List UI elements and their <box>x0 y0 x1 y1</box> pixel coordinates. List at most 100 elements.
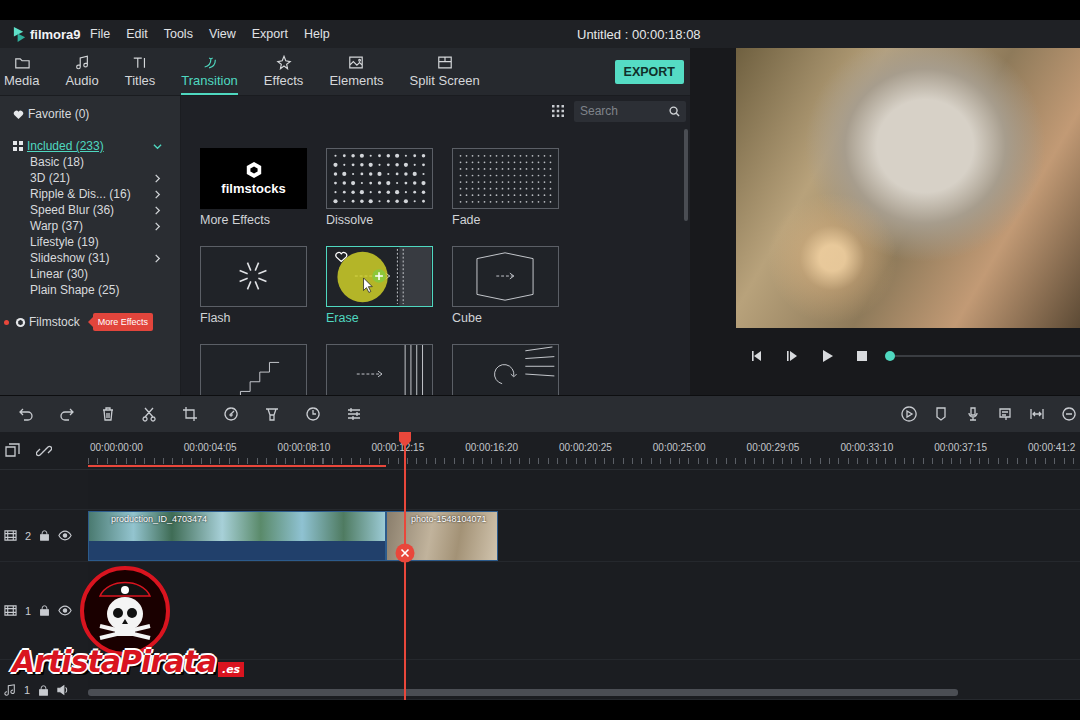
zoom-out-icon[interactable] <box>1061 406 1077 422</box>
fit-timeline-icon[interactable] <box>1029 406 1045 422</box>
film-icon <box>4 604 17 617</box>
tab[interactable]: Effects <box>264 48 304 95</box>
crop-icon[interactable] <box>182 406 198 422</box>
menu-item[interactable]: Edit <box>126 27 148 41</box>
delete-icon[interactable] <box>100 406 116 422</box>
lock-icon[interactable] <box>38 685 49 696</box>
time-ruler[interactable]: 00:00:00:0000:00:04:0500:00:08:1000:00:1… <box>88 432 1080 469</box>
add-track-icon[interactable] <box>4 443 20 459</box>
category-item[interactable]: Basic (18) <box>0 154 180 170</box>
transition-thumbnail[interactable] <box>326 344 433 395</box>
transition-card[interactable]: Erase <box>326 246 433 325</box>
track-lane[interactable]: production_ID_4703474photo-1548104071 <box>88 510 1080 561</box>
color-icon[interactable] <box>264 406 280 422</box>
transition-thumbnail[interactable] <box>326 246 433 307</box>
tab[interactable]: Split Screen <box>410 48 480 95</box>
transition-thumbnail[interactable] <box>452 148 559 209</box>
speed-icon[interactable] <box>223 406 239 422</box>
tab[interactable]: Transition <box>181 48 238 95</box>
next-frame-icon[interactable] <box>785 349 799 363</box>
transition-thumbnail[interactable]: filmstocks <box>200 148 307 209</box>
adjust-icon[interactable] <box>346 406 362 422</box>
track-lane[interactable] <box>88 562 1080 659</box>
filmstock-item[interactable]: FilmstockMore Effects <box>0 313 180 331</box>
menu-item[interactable]: Export <box>252 27 288 41</box>
chevron-icon <box>153 142 162 151</box>
tab[interactable]: Titles <box>125 48 156 95</box>
magnifier-icon[interactable] <box>669 106 680 117</box>
transition-thumbnail[interactable] <box>326 148 433 209</box>
search-field[interactable]: Search <box>574 101 686 122</box>
favorite-item[interactable]: Favorite (0) <box>0 106 180 122</box>
transition-card[interactable]: Cube <box>452 246 559 325</box>
eye-icon[interactable] <box>58 605 72 616</box>
category-item[interactable]: Ripple & Dis... (16) <box>0 186 180 202</box>
undo-icon[interactable] <box>18 406 34 422</box>
redo-icon[interactable] <box>59 406 75 422</box>
lock-icon[interactable] <box>39 530 50 541</box>
voiceover-icon[interactable] <box>997 406 1013 422</box>
transition-thumbnail[interactable] <box>200 246 307 307</box>
preview-progress[interactable] <box>890 350 1080 362</box>
transition-card[interactable]: Dissolve <box>326 148 433 227</box>
more-effects-badge[interactable]: More Effects <box>93 313 153 331</box>
tab[interactable]: Media <box>4 48 39 95</box>
browser-scrollbar[interactable] <box>684 129 688 221</box>
slide-preview-icon <box>327 345 432 395</box>
video-clip[interactable]: production_ID_4703474 <box>88 511 386 561</box>
previous-frame-icon[interactable] <box>750 349 764 363</box>
watermark-text: ArtistaPirata <box>12 644 216 679</box>
cut-icon[interactable] <box>141 406 157 422</box>
duration-icon[interactable] <box>305 406 321 422</box>
split-marker-icon[interactable] <box>395 543 415 563</box>
menu-item[interactable]: File <box>90 27 110 41</box>
render-bar <box>88 465 386 467</box>
progress-handle[interactable] <box>885 351 895 361</box>
category-item[interactable]: Slideshow (31) <box>0 250 180 266</box>
pirate-skull-icon <box>80 566 170 656</box>
transition-card[interactable] <box>452 344 559 395</box>
playhead-marker-icon[interactable] <box>398 432 412 447</box>
transition-thumbnail[interactable] <box>200 344 307 395</box>
included-group[interactable]: Included (233) <box>0 138 180 154</box>
render-icon[interactable] <box>901 406 917 422</box>
play-icon[interactable] <box>820 349 834 363</box>
marker-icon[interactable] <box>933 406 949 422</box>
tab-icon <box>14 55 30 70</box>
transition-card[interactable]: filmstocksMore Effects <box>200 148 307 227</box>
lock-icon[interactable] <box>39 605 50 616</box>
link-icon[interactable] <box>36 443 52 459</box>
transition-thumbnail[interactable] <box>452 344 559 395</box>
heart-icon <box>13 109 24 120</box>
playback-controls <box>736 328 1080 395</box>
eye-icon[interactable] <box>58 530 72 541</box>
category-item[interactable]: Speed Blur (36) <box>0 202 180 218</box>
transition-thumbnail[interactable] <box>452 246 559 307</box>
menu-item[interactable]: Tools <box>164 27 193 41</box>
library-body: Favorite (0) Included (233)Basic (18)3D (… <box>0 96 690 395</box>
category-item[interactable]: Linear (30) <box>0 266 180 282</box>
tab-label: Media <box>4 73 39 88</box>
category-label: Speed Blur (36) <box>30 203 114 217</box>
grid-view-icon[interactable] <box>552 105 564 117</box>
speaker-icon[interactable] <box>57 684 69 696</box>
menu-item[interactable]: Help <box>304 27 330 41</box>
transition-card[interactable]: Fade <box>452 148 559 227</box>
ruler-header <box>0 432 88 469</box>
category-item[interactable]: Plain Shape (25) <box>0 282 180 298</box>
stop-icon[interactable] <box>855 349 869 363</box>
tab[interactable]: Elements <box>329 48 383 95</box>
transition-card[interactable] <box>200 344 307 395</box>
transition-card[interactable]: Flash <box>200 246 307 325</box>
category-item[interactable]: 3D (21) <box>0 170 180 186</box>
playhead[interactable] <box>404 432 406 700</box>
category-item[interactable]: Warp (37) <box>0 218 180 234</box>
category-item[interactable]: Lifestyle (19) <box>0 234 180 250</box>
library-panel: Media Audio Titles Transition Effects Element… <box>0 48 690 395</box>
timeline-scrollbar[interactable] <box>88 689 958 696</box>
transition-card[interactable] <box>326 344 433 395</box>
tab[interactable]: Audio <box>65 48 98 95</box>
menu-item[interactable]: View <box>209 27 236 41</box>
export-button[interactable]: EXPORT <box>615 60 684 84</box>
microphone-icon[interactable] <box>965 406 981 422</box>
